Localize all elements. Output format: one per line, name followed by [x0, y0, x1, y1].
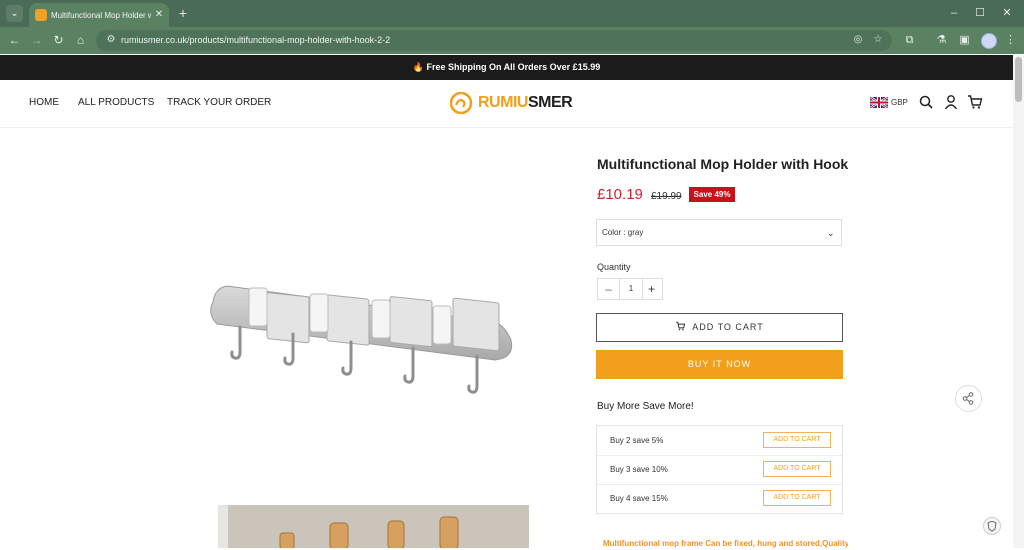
tab-title: Multifunctional Mop Holder wi	[51, 11, 151, 20]
eye-off-icon[interactable]: ◎	[851, 33, 865, 47]
maximize-button[interactable]: ☐	[971, 5, 989, 21]
tab-close-icon[interactable]: ✕	[153, 9, 165, 21]
menu-kebab-icon[interactable]: ⋮	[1002, 32, 1019, 49]
offer-row: Buy 3 save 10% ADD TO CART	[597, 455, 842, 485]
search-icon[interactable]	[918, 94, 934, 110]
new-tab-button[interactable]: +	[176, 6, 190, 20]
tab-search-button[interactable]: ⌄	[6, 5, 23, 22]
product-main-image[interactable]	[205, 272, 517, 400]
favicon-icon	[35, 9, 47, 21]
save-badge: Save 49%	[689, 187, 735, 202]
quantity-decrease-button[interactable]: –	[598, 279, 619, 299]
color-select-label: Color : gray	[602, 228, 644, 237]
compare-at-price: £19.99	[651, 191, 682, 202]
bundle-offers: Buy 2 save 5% ADD TO CART Buy 3 save 10%…	[596, 425, 843, 514]
currency-selector[interactable]: GBP	[891, 96, 911, 110]
offer-label: Buy 4 save 15%	[610, 494, 668, 503]
product-description-teaser: Multifunctional mop frame Can be fixed, …	[603, 539, 848, 548]
share-icon	[962, 392, 974, 405]
profile-avatar-icon[interactable]	[981, 33, 997, 49]
offer-row: Buy 2 save 5% ADD TO CART	[597, 426, 842, 456]
reload-icon[interactable]: ↻	[50, 32, 67, 49]
page-scrollbar[interactable]	[1013, 55, 1024, 548]
nav-track-order[interactable]: TRACK YOUR ORDER	[167, 96, 271, 110]
scrollbar-thumb[interactable]	[1015, 57, 1022, 102]
account-icon[interactable]	[943, 94, 959, 110]
offer-add-to-cart-button[interactable]: ADD TO CART	[763, 461, 831, 477]
nav-all-products[interactable]: ALL PRODUCTS	[78, 96, 154, 110]
nav-home[interactable]: HOME	[29, 96, 59, 110]
chat-help-button[interactable]	[983, 517, 1001, 535]
add-to-cart-label: ADD TO CART	[692, 322, 764, 332]
quantity-stepper[interactable]: – 1 +	[597, 278, 663, 300]
labs-flask-icon[interactable]: ⚗	[933, 32, 950, 49]
quantity-input[interactable]: 1	[619, 279, 643, 299]
forward-arrow-icon[interactable]: →	[28, 32, 45, 49]
url-text[interactable]: rumiusmer.co.uk/products/multifunctional…	[121, 33, 721, 47]
product-price: £10.19	[597, 186, 643, 203]
add-to-cart-button[interactable]: ADD TO CART	[596, 313, 843, 342]
offer-add-to-cart-button[interactable]: ADD TO CART	[763, 490, 831, 506]
cart-icon[interactable]	[967, 94, 983, 110]
browser-tab-bar: ⌄ Multifunctional Mop Holder wi ✕ + – ☐ …	[0, 0, 1024, 27]
bundle-title: Buy More Save More!	[597, 401, 694, 412]
site-info-icon[interactable]: ⚙	[104, 33, 118, 47]
chevron-down-icon: ⌄	[827, 228, 835, 238]
cart-icon	[676, 321, 686, 331]
product-secondary-image[interactable]	[218, 505, 529, 548]
site-header: HOME ALL PRODUCTS TRACK YOUR ORDER RUMIU…	[0, 80, 1013, 128]
offer-label: Buy 3 save 10%	[610, 465, 668, 474]
side-panel-icon[interactable]: ▣	[956, 32, 973, 49]
logo-mark-icon[interactable]	[450, 92, 472, 114]
offer-row: Buy 4 save 15% ADD TO CART	[597, 484, 842, 513]
chat-icon	[987, 521, 997, 532]
offer-label: Buy 2 save 5%	[610, 436, 664, 445]
color-select[interactable]: Color : gray ⌄	[596, 219, 842, 246]
uk-flag-icon[interactable]	[870, 97, 888, 108]
bookmark-star-icon[interactable]: ☆	[871, 33, 885, 47]
close-window-button[interactable]: ✕	[998, 5, 1016, 21]
buy-it-now-button[interactable]: BUY IT NOW	[596, 350, 843, 379]
browser-toolbar: ← → ↻ ⌂ ⚙ rumiusmer.co.uk/products/multi…	[0, 27, 1024, 54]
minimize-button[interactable]: –	[945, 5, 963, 21]
product-title: Multifunctional Mop Holder with Hook	[597, 156, 849, 172]
share-button[interactable]	[955, 385, 982, 412]
home-icon[interactable]: ⌂	[72, 32, 89, 49]
logo-wordmark[interactable]: RUMIUSMER	[478, 93, 578, 113]
back-arrow-icon[interactable]: ←	[6, 32, 23, 49]
quantity-label: Quantity	[597, 262, 631, 272]
address-bar[interactable]: ⚙ rumiusmer.co.uk/products/multifunction…	[96, 30, 892, 51]
quantity-increase-button[interactable]: +	[641, 279, 662, 299]
offer-add-to-cart-button[interactable]: ADD TO CART	[763, 432, 831, 448]
announcement-bar: 🔥 Free Shipping On All Orders Over £15.9…	[0, 55, 1013, 80]
browser-tab-active[interactable]: Multifunctional Mop Holder wi ✕	[29, 3, 169, 27]
extensions-icon[interactable]: ⧉	[901, 32, 918, 49]
